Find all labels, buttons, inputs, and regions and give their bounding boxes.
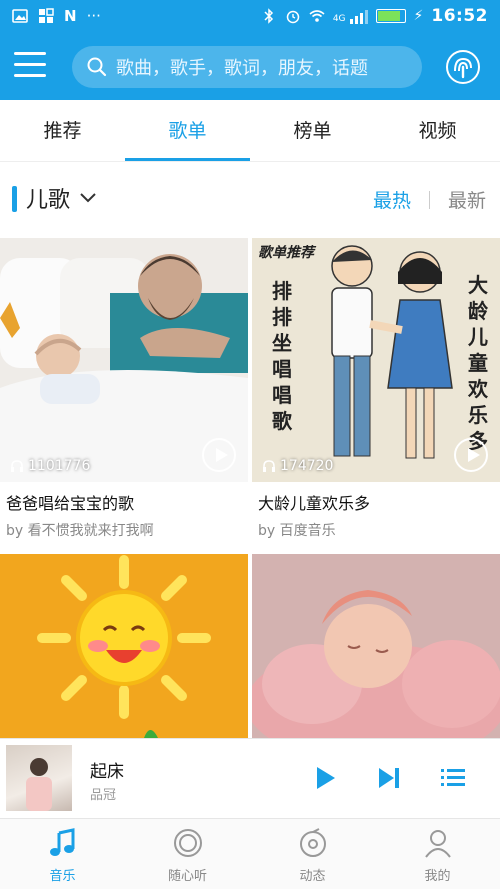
tab-recommend[interactable]: 推荐 — [0, 100, 125, 161]
playlist-author: by 看不惯我就来打我啊 — [6, 523, 154, 539]
tab-playlists[interactable]: 歌单 — [125, 100, 250, 161]
sort-divider — [428, 190, 430, 209]
radio-icon — [173, 829, 202, 857]
cover-text-left: 排排坐 唱唱歌 — [272, 279, 292, 433]
play-button[interactable] — [454, 438, 488, 472]
play-button[interactable] — [202, 438, 236, 472]
nav-radio-label: 随心听 — [167, 869, 207, 884]
album-art[interactable] — [6, 745, 72, 811]
search-icon — [87, 57, 107, 77]
filter-row: 儿歌 最热 最新 — [0, 162, 500, 238]
wifi-icon — [309, 10, 325, 22]
playlist-card[interactable]: 歌单推荐 排排坐 唱唱歌 大龄儿童欢乐多 174720 大龄儿童欢乐多 by 百… — [252, 238, 500, 540]
sort-hot-button[interactable]: 最热 — [373, 186, 411, 213]
mini-player[interactable]: 起床 品冠 — [0, 738, 500, 818]
signal-icon: 4G — [333, 8, 368, 24]
song-recognition-icon[interactable] — [444, 48, 482, 86]
charging-icon: ⚡ — [413, 8, 424, 24]
alarm-icon — [286, 10, 300, 24]
nav-feed-label: 动态 — [299, 869, 326, 884]
playlist-cover — [252, 554, 500, 738]
profile-icon — [424, 830, 451, 858]
search-bar[interactable]: 歌曲，歌手，歌词，朋友，话题 — [72, 46, 422, 88]
app-header: 歌曲，歌手，歌词，朋友，话题 — [0, 34, 500, 100]
now-playing-artist: 品冠 — [90, 788, 117, 803]
tab-videos[interactable]: 视频 — [375, 100, 500, 161]
playlist-cover: 歌单推荐 排排坐 唱唱歌 大龄儿童欢乐多 174720 — [252, 238, 500, 482]
status-bar: N ··· 4G ⚡ 16:52 — [0, 0, 500, 34]
search-placeholder: 歌曲，歌手，歌词，朋友，话题 — [116, 58, 368, 79]
category-dropdown[interactable]: 儿歌 — [26, 182, 96, 214]
playlist-card[interactable] — [0, 554, 248, 738]
battery-icon — [375, 9, 406, 23]
nav-music-label: 音乐 — [49, 869, 76, 884]
bluetooth-icon — [264, 8, 273, 24]
nav-music[interactable]: 音乐 — [0, 819, 125, 889]
playlist-title: 爸爸唱给宝宝的歌 — [6, 494, 135, 513]
playlist-queue-icon[interactable] — [438, 763, 468, 793]
music-note-icon — [49, 828, 74, 856]
headphones-icon — [263, 460, 275, 472]
image-icon — [12, 9, 28, 23]
grid-icon — [39, 8, 54, 23]
cover-illustration — [252, 554, 500, 738]
nav-feed[interactable]: 动态 — [250, 819, 375, 889]
playlist-card[interactable] — [252, 554, 500, 738]
headphones-icon — [11, 460, 23, 472]
now-playing-title: 起床 — [90, 762, 124, 782]
cover-text-right: 大龄儿童欢乐多 — [468, 273, 488, 453]
play-count: 174720 — [262, 458, 333, 474]
category-label: 儿歌 — [26, 188, 71, 213]
feed-icon — [299, 828, 326, 857]
playlist-cover — [0, 554, 248, 738]
cover-illustration — [0, 554, 248, 738]
nav-profile[interactable]: 我的 — [375, 819, 500, 889]
nav-radio[interactable]: 随心听 — [125, 819, 250, 889]
tab-charts[interactable]: 榜单 — [250, 100, 375, 161]
status-time: 16:52 — [431, 6, 488, 26]
playlist-title: 大龄儿童欢乐多 — [258, 494, 371, 513]
menu-button[interactable] — [14, 52, 46, 80]
section-accent-bar — [12, 186, 17, 212]
playlist-card[interactable]: 1101776 爸爸唱给宝宝的歌 by 看不惯我就来打我啊 — [0, 238, 248, 540]
sort-options: 最热 最新 — [373, 186, 486, 213]
playlist-cover: 1101776 — [0, 238, 248, 482]
top-tabs: 推荐 歌单 榜单 视频 — [0, 100, 500, 162]
play-count: 1101776 — [10, 458, 90, 474]
sort-new-button[interactable]: 最新 — [448, 186, 486, 213]
chevron-down-icon — [80, 193, 96, 203]
cover-badge: 歌单推荐 — [258, 245, 314, 261]
next-track-icon[interactable] — [374, 763, 404, 793]
playlist-author: by 百度音乐 — [258, 523, 336, 539]
bottom-nav: 音乐 随心听 动态 我的 — [0, 818, 500, 889]
n-icon: N — [64, 7, 77, 25]
nav-profile-label: 我的 — [424, 869, 451, 884]
play-icon[interactable] — [310, 763, 340, 793]
more-dots-icon: ··· — [86, 7, 101, 25]
